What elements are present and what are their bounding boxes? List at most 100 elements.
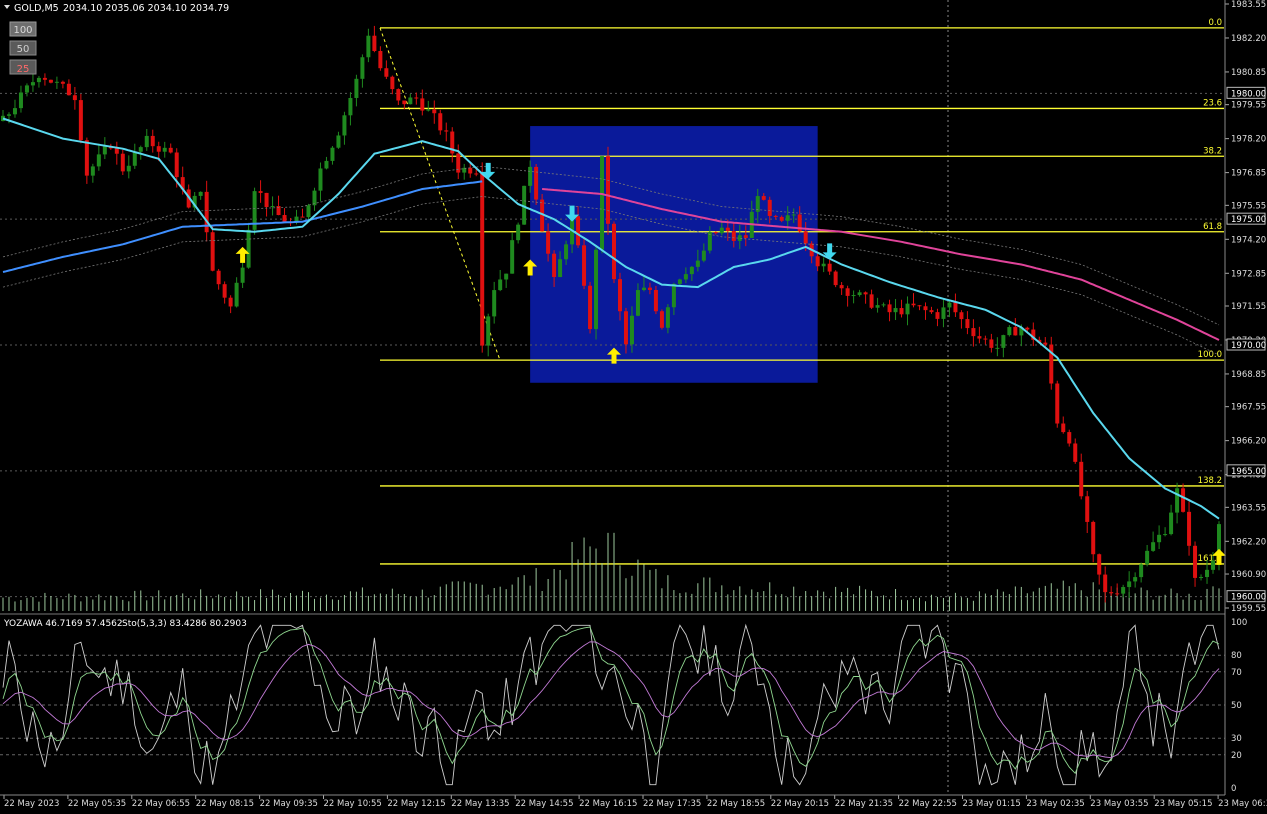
stochastic-readout: Sto(5,3,3) 83.4286 80.2903 (122, 619, 247, 629)
time-axis: 22 May 2023 22 May 05:35 22 May 06:55 22 Ma… (3, 795, 1267, 809)
candle-body (468, 167, 473, 174)
candle-body (905, 303, 910, 315)
candle-body (1013, 327, 1018, 336)
time-tick-label: 22 May 20:15 (771, 799, 829, 809)
candle-body (1139, 564, 1144, 578)
time-tick-label: 23 May 05:15 (1154, 799, 1212, 809)
candle-body (659, 311, 664, 328)
candle-body (552, 253, 557, 278)
time-tick-label: 22 May 10:55 (324, 799, 382, 809)
candle-body (414, 97, 419, 99)
candle-body (198, 191, 203, 196)
candle-body (234, 282, 239, 307)
candle-body (6, 114, 11, 116)
yozawa-line (2, 641, 1220, 759)
candle-body (102, 146, 107, 155)
candle-body (426, 109, 431, 111)
candle-body (606, 156, 611, 224)
candle-body (1145, 550, 1150, 565)
candle-body (887, 304, 892, 313)
oscillator-level-label: 20 (1231, 751, 1242, 761)
candle-body (857, 292, 862, 296)
candle-body (306, 205, 311, 218)
time-tick-label: 22 May 12:15 (387, 799, 445, 809)
candle-body (564, 244, 569, 260)
candle-body (1115, 593, 1120, 595)
price-tick-label: 1980.85 (1231, 68, 1266, 78)
ohlc-readout: 2034.10 2035.06 2034.10 2034.79 (63, 3, 229, 14)
candle-body (270, 206, 275, 208)
candle-body (1127, 581, 1132, 588)
oscillator-level-label: 50 (1231, 701, 1242, 711)
price-level-label: 1980.00 (1231, 89, 1266, 99)
fibonacci-label: 38.2 (1203, 146, 1222, 156)
candle-body (911, 303, 916, 306)
candle-body (935, 312, 940, 319)
candle-body (875, 305, 880, 308)
candle-body (576, 216, 581, 246)
candle-body (683, 274, 688, 280)
zoom-buttons: 100 50 25 (9, 21, 37, 75)
candle-body (785, 215, 790, 221)
candle-body (504, 273, 509, 280)
candle-body (1025, 327, 1030, 330)
oscillator-panel: 100 80 70 50 30 20 0 (0, 618, 1247, 794)
candle-body (378, 51, 383, 69)
candle-body (600, 156, 605, 250)
candle-body (156, 146, 161, 152)
candle-body (1109, 592, 1114, 594)
stochastic-signal-line (2, 626, 1220, 775)
price-tick-label: 1974.20 (1231, 235, 1266, 245)
chart-header: GOLD,M5 2034.10 2035.06 2034.10 2034.79 (4, 3, 229, 14)
price-tick-label: 1968.85 (1231, 370, 1266, 380)
candle-body (881, 304, 886, 306)
candle-body (641, 287, 646, 291)
price-tick-label: 1976.85 (1231, 169, 1266, 179)
candle-body (635, 290, 640, 316)
candle-body (60, 81, 65, 84)
candle-body (360, 57, 365, 79)
candle-body (689, 266, 694, 275)
candle-body (1181, 488, 1186, 512)
price-tick-label: 1975.55 (1231, 201, 1266, 211)
candle-body (761, 196, 766, 200)
candle-body (1097, 554, 1102, 575)
candle-body (773, 215, 778, 217)
candle-body (1133, 577, 1138, 582)
time-tick-label: 23 May 02:35 (1026, 799, 1084, 809)
chart-stage[interactable]: 0.0 23.6 38.2 61.8 100.0 138.2 161.8 1983.55 19… (0, 0, 1267, 810)
candle-body (372, 35, 377, 52)
chart-canvas[interactable]: 0.023.638.261.8100.0138.2161.8 1983.5519… (0, 0, 1267, 810)
price-tick-label: 1979.55 (1231, 101, 1266, 111)
candle-body (24, 85, 29, 93)
candle-body (1067, 432, 1072, 444)
candle-body (953, 302, 958, 313)
candle-body (18, 92, 23, 109)
candle-body (1007, 327, 1012, 336)
candle-body (312, 190, 317, 206)
candle-body (486, 316, 491, 346)
candle-body (342, 115, 347, 136)
candle-body (516, 224, 521, 241)
price-tick-label: 1962.20 (1231, 537, 1266, 547)
candle-body (611, 223, 616, 280)
candle-body (300, 216, 305, 218)
candle-body (384, 68, 389, 77)
candle-body (1073, 443, 1078, 462)
candle-body (408, 97, 413, 105)
candle-body (791, 214, 796, 216)
candle-body (168, 147, 173, 153)
time-tick-label: 23 May 06:35 (1218, 799, 1267, 809)
candle-body (480, 173, 485, 346)
candle-body (941, 307, 946, 319)
candle-body (923, 306, 928, 311)
candle-body (420, 98, 425, 111)
candle-body (1043, 342, 1048, 345)
time-tick-label: 23 May 01:15 (963, 799, 1021, 809)
candle-body (492, 290, 497, 317)
price-axis: 1983.55 1982.20 1980.85 1979.55 1978.20 1976.… (1225, 0, 1266, 614)
candle-body (438, 113, 443, 131)
time-tick-label: 22 May 05:35 (68, 799, 126, 809)
candle-body (324, 160, 329, 169)
candle-body (671, 283, 676, 308)
